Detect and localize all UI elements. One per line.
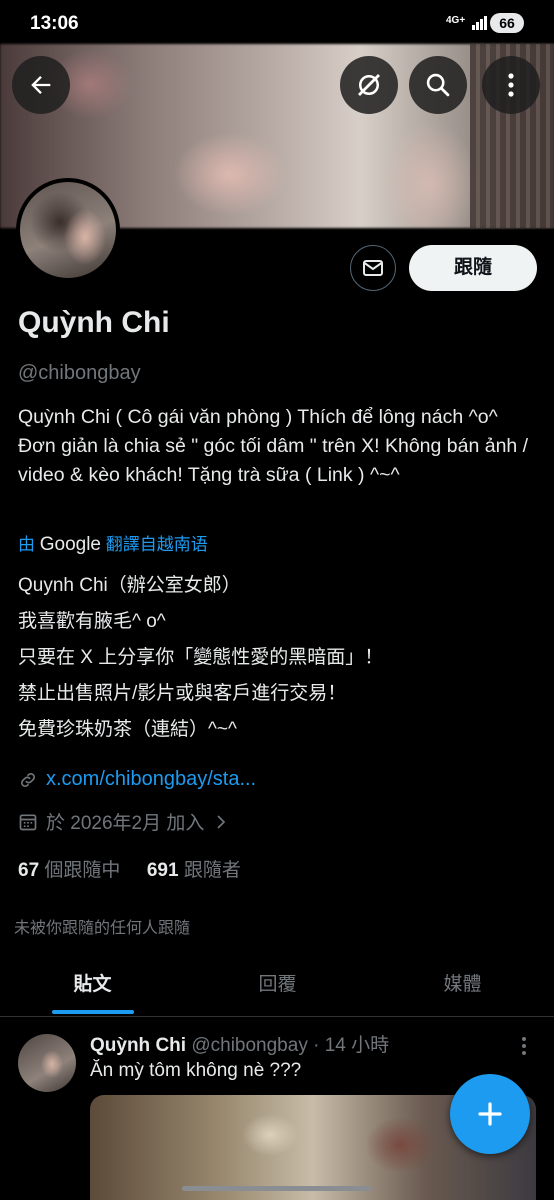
search-icon [426,73,450,97]
grok-button[interactable] [340,56,398,114]
following-label: 個跟隨中 [44,860,121,881]
chevron-right-icon [217,814,226,829]
translation-prefix: 由 [18,535,35,554]
link-icon [21,772,35,787]
network-indicator: 4G+ [446,15,466,26]
profile-bio: Quỳnh Chi ( Cô gái văn phòng ) Thích để … [18,406,529,486]
calendar-icon [19,814,37,830]
tab-posts[interactable]: 貼文 [0,960,185,1016]
back-button[interactable] [12,56,70,114]
follow-stats: 67 個跟隨中 691 跟隨者 [18,855,241,882]
post-handle[interactable]: @chibongbay [191,1035,307,1056]
translated-bio-line: Quynh Chi（辦公室女郎） [18,575,241,596]
translated-bio-line: 免費珍珠奶茶（連結）^~^ [18,719,237,740]
joined-row[interactable]: 於 2026年2月 加入 [18,808,230,835]
tab-replies[interactable]: 回覆 [185,960,370,1016]
not-followed-notice: 未被你跟隨的任何人跟隨 [14,920,191,937]
mail-icon [363,260,383,276]
message-button[interactable] [350,245,396,291]
post-more-icon[interactable] [520,1036,528,1056]
profile-handle: @chibongbay [18,362,141,384]
profile-link-row: x.com/chibongbay/sta... [18,768,256,791]
post-avatar[interactable] [18,1034,76,1092]
follow-button[interactable]: 跟隨 [409,245,537,291]
translated-bio: Quynh Chi（辦公室女郎） 我喜歡有腋毛^ o^ 只要在 X 上分享你「變… [18,568,383,748]
followers-count: 691 [146,860,179,881]
post-author[interactable]: Quỳnh Chi [90,1035,186,1056]
signal-icon [472,16,487,30]
active-tab-indicator [52,1010,134,1014]
followers-link[interactable]: 691 跟隨者 [147,860,241,881]
translation-suffix: 翻譯自越南语 [105,535,208,554]
compose-plus-icon [478,1102,502,1126]
more-vertical-icon [508,73,514,97]
post-time: · 14 小時 [313,1035,390,1056]
grok-icon [358,74,380,96]
profile-tabs: 貼文 回覆 媒體 [0,960,554,1017]
search-button[interactable] [409,56,467,114]
status-time: 13:06 [30,13,79,34]
profile-link[interactable]: x.com/chibongbay/sta... [46,768,256,791]
post-text: Ăn mỳ tôm không nè ??? [90,1060,302,1081]
profile-avatar[interactable] [16,178,120,282]
joined-date: 於 2026年2月 加入 [46,813,205,834]
following-link[interactable]: 67 個跟隨中 [18,860,120,881]
more-button[interactable] [482,56,540,114]
translated-bio-line: 我喜歡有腋毛^ o^ [18,611,166,632]
compose-button[interactable] [450,1074,530,1154]
translation-attribution[interactable]: 由 Google 翻譯自越南语 [18,530,208,556]
translated-bio-line: 只要在 X 上分享你「變態性愛的黑暗面」！ [18,647,384,668]
back-arrow-icon [31,76,51,94]
translated-bio-line: 禁止出售照片/影片或與客戶進行交易！ [18,683,347,704]
home-indicator[interactable] [182,1186,372,1191]
following-count: 67 [18,860,40,881]
status-bar [0,0,554,44]
followers-label: 跟隨者 [183,860,241,881]
post-header: Quỳnh Chi @chibongbay · 14 小時 [90,1030,389,1057]
profile-name: Quỳnh Chi [18,306,170,339]
tab-media[interactable]: 媒體 [370,960,554,1016]
google-logo: Google [39,534,102,555]
battery-indicator: 66 [490,13,524,33]
